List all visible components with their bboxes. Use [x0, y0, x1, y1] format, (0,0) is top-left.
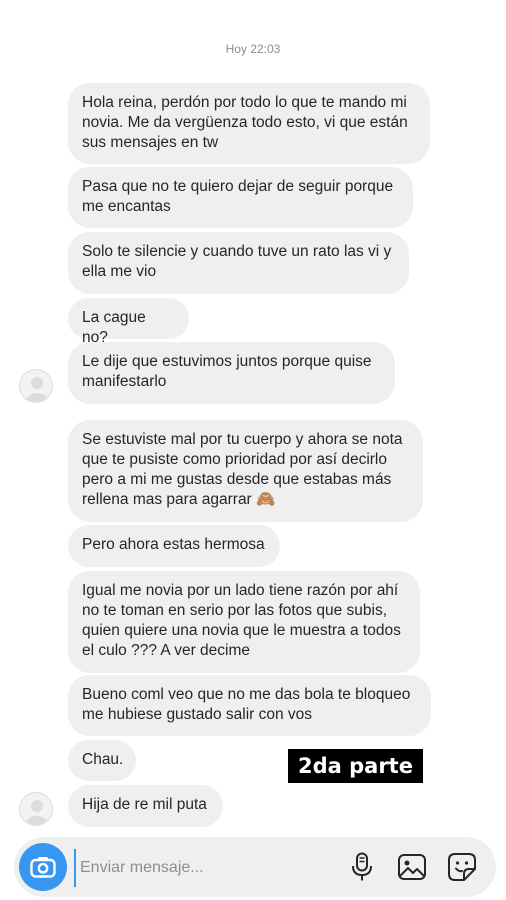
sticker-button[interactable]: [446, 851, 478, 883]
avatar[interactable]: [19, 792, 53, 826]
message-bubble[interactable]: Le dije que estuvimos juntos porque quis…: [68, 342, 395, 404]
message-bubble[interactable]: Se estuviste mal por tu cuerpo y ahora s…: [68, 420, 423, 522]
camera-button[interactable]: [19, 843, 67, 891]
message-bubble[interactable]: Hola reina, perdón por todo lo que te ma…: [68, 83, 430, 164]
microphone-button[interactable]: [346, 851, 378, 883]
image-icon: [398, 854, 426, 880]
message-bubble[interactable]: La cague no?: [68, 298, 189, 346]
sticker-icon: [448, 853, 476, 881]
camera-icon: [30, 857, 56, 878]
message-bubble[interactable]: Igual me novia por un lado tiene razón p…: [68, 571, 420, 673]
message-bubble[interactable]: Pero ahora estas hermosa: [68, 525, 280, 567]
overlay-tag: 2da parte: [288, 749, 423, 783]
message-bubble[interactable]: Solo te silencie y cuando tuve un rato l…: [68, 232, 409, 294]
message-composer: [14, 837, 496, 897]
message-bubble[interactable]: Hija de re mil puta: [68, 785, 223, 827]
timestamp: Hoy 22:03: [225, 42, 281, 56]
avatar[interactable]: [19, 369, 53, 403]
person-icon: [26, 800, 48, 825]
gallery-button[interactable]: [396, 851, 428, 883]
person-icon: [26, 377, 48, 402]
message-bubble[interactable]: Chau.: [68, 740, 136, 781]
microphone-icon: [352, 852, 372, 881]
message-bubble[interactable]: Bueno coml veo que no me das bola te blo…: [68, 675, 431, 736]
message-input[interactable]: [74, 849, 282, 887]
message-bubble[interactable]: Pasa que no te quiero dejar de seguir po…: [68, 167, 413, 228]
